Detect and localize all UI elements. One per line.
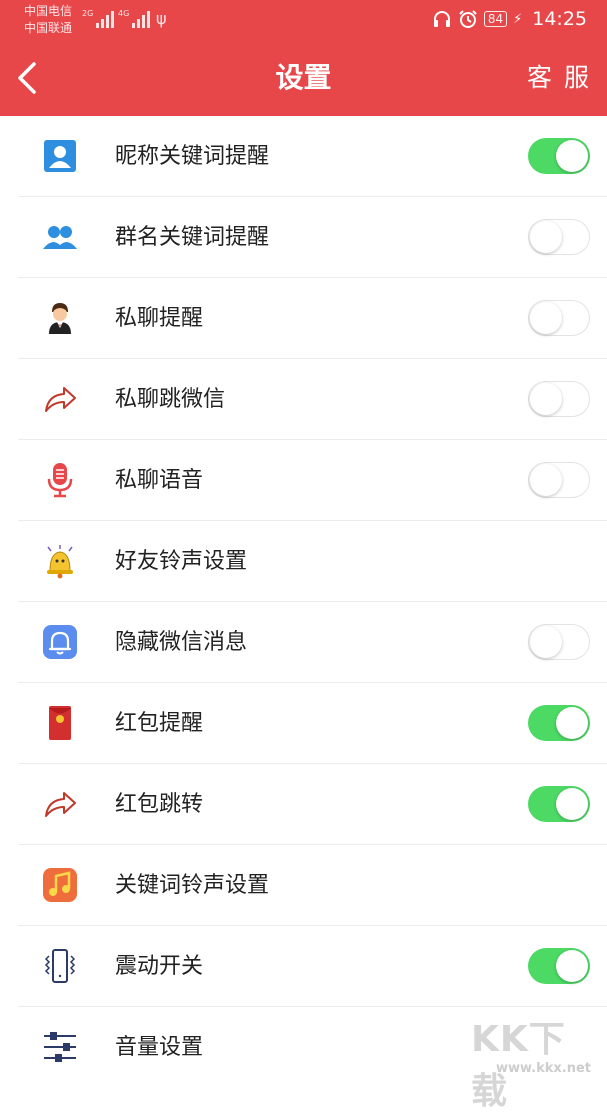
chevron-left-icon[interactable] (14, 60, 40, 96)
sim1-network-label: 2G (82, 9, 94, 18)
setting-row-vibration-switch: 震动开关 (18, 926, 607, 1007)
setting-row-red-packet-alert: 红包提醒 (18, 683, 607, 764)
user-card-icon (44, 140, 76, 172)
toggle-switch[interactable] (528, 381, 590, 417)
settings-list: 昵称关键词提醒 群名关键词提醒 私聊提醒 私聊跳微信 私聊语音 好友铃声设置 隐… (0, 116, 607, 1088)
app-header: 设置 客 服 (0, 40, 607, 116)
clock-time: 14:25 (532, 8, 587, 30)
setting-label: 音量设置 (115, 1035, 204, 1060)
butler-avatar-icon (49, 303, 71, 334)
share-arrow-icon (45, 387, 76, 412)
setting-row-hide-wechat-message: 隐藏微信消息 (18, 602, 607, 683)
toggle-switch[interactable] (528, 948, 590, 984)
microphone-icon (47, 463, 73, 498)
sim2-network-label: 4G (118, 9, 130, 18)
setting-row-red-packet-jump: 红包跳转 (18, 764, 607, 845)
setting-row-nickname-keyword: 昵称关键词提醒 (18, 116, 607, 197)
usb-icon: ψ (156, 9, 167, 28)
setting-label: 好友铃声设置 (115, 549, 248, 574)
toggle-switch[interactable] (528, 300, 590, 336)
signal-1-icon: 2G (82, 9, 115, 28)
setting-label: 关键词铃声设置 (115, 873, 270, 898)
watermark-url: www.kkx.net (495, 1061, 591, 1076)
setting-row-group-keyword: 群名关键词提醒 (18, 197, 607, 278)
setting-label: 私聊跳微信 (115, 387, 226, 412)
carrier-names: 中国电信 中国联通 (24, 3, 72, 37)
setting-label: 群名关键词提醒 (115, 225, 270, 250)
group-users-icon (43, 226, 77, 249)
setting-row-private-chat-jump: 私聊跳微信 (18, 359, 607, 440)
setting-row-private-chat-alert: 私聊提醒 (18, 278, 607, 359)
setting-label: 私聊语音 (115, 468, 204, 493)
bell-tile-icon (43, 625, 77, 659)
toggle-switch[interactable] (528, 138, 590, 174)
setting-label: 隐藏微信消息 (115, 630, 248, 655)
music-note-icon (43, 868, 77, 902)
charging-icon: ⚡ (513, 11, 523, 27)
customer-service-button[interactable]: 客 服 (527, 40, 591, 116)
toggle-switch[interactable] (528, 624, 590, 660)
toggle-switch[interactable] (528, 219, 590, 255)
watermark: KK下载 www.kkx.net (471, 1010, 601, 1112)
signal-2-icon: 4G (118, 9, 151, 28)
setting-label: 震动开关 (115, 954, 204, 979)
toggle-switch[interactable] (528, 786, 590, 822)
setting-label: 红包跳转 (115, 792, 204, 817)
status-bar: 中国电信 中国联通 2G 4G ψ 84 ⚡ 14:25 (0, 0, 607, 40)
carrier-1: 中国电信 (24, 4, 73, 18)
carrier-2: 中国联通 (24, 21, 73, 35)
toggle-switch[interactable] (528, 462, 590, 498)
bell-cartoon-icon (47, 545, 73, 579)
toggle-switch[interactable] (528, 705, 590, 741)
phone-vibrate-icon (44, 949, 76, 983)
red-packet-icon (49, 706, 71, 740)
equalizer-sliders-icon (44, 1032, 76, 1062)
setting-label: 红包提醒 (115, 711, 204, 736)
setting-row-friend-ringtone[interactable]: 好友铃声设置 (18, 521, 607, 602)
battery-level: 84 (483, 11, 508, 27)
alarm-clock-icon (459, 10, 477, 28)
setting-row-private-chat-voice: 私聊语音 (18, 440, 607, 521)
share-arrow-icon (45, 792, 76, 817)
status-right: 84 ⚡ 14:25 (432, 8, 587, 30)
setting-label: 昵称关键词提醒 (115, 144, 270, 169)
setting-label: 私聊提醒 (115, 306, 204, 331)
headphones-icon (433, 11, 450, 27)
setting-row-keyword-ringtone[interactable]: 关键词铃声设置 (18, 845, 607, 926)
page-title: 设置 (275, 61, 332, 94)
